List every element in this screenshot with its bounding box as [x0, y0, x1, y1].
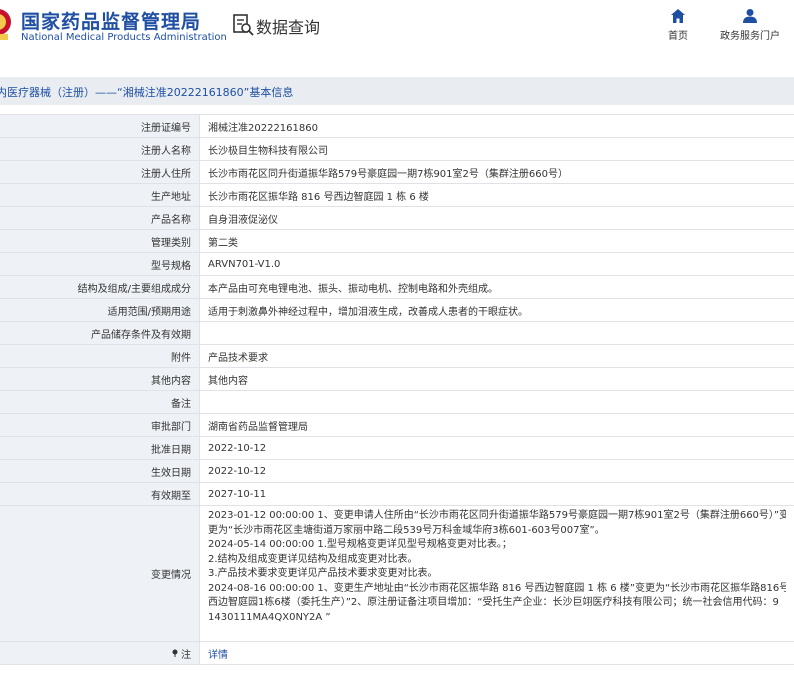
changes-line: 1430111MA4QX0NY2A ”	[208, 611, 331, 623]
device-info-table: 注册证编号 湘械注准20222161860 注册人名称 长沙极目生物科技有限公司…	[0, 114, 794, 665]
row-label: 产品名称	[0, 207, 200, 229]
row-label: 注册人住所	[0, 161, 200, 183]
table-row: 审批部门 湖南省药品监督管理局	[0, 414, 794, 437]
nav-service-portal-link[interactable]: 政务服务门户	[712, 8, 788, 42]
data-query-title: 数据查询	[256, 18, 321, 37]
changes-line: 2024-08-16 00:00:00 1、变更生产地址由“长沙市雨花区振华路 …	[208, 582, 786, 594]
row-label: 其他内容	[0, 368, 200, 390]
changes-line: 西边智庭园1栋6楼（委托生产）”2、原注册证备注项目增加：“受托生产企业：长沙巨…	[208, 597, 779, 608]
row-value: ARVN701-V1.0	[208, 258, 281, 270]
table-row: 生产地址 长沙市雨花区振华路 816 号西边智庭园 1 栋 6 楼	[0, 184, 794, 207]
record-title: 内医疗器械（注册）——“湘械注准20222161860”基本信息	[0, 86, 294, 99]
site-header: 国家药品监督管理局 National Medical Products Admi…	[0, 0, 794, 72]
row-value: 适用于刺激鼻外神经过程中，增加泪液生成，改善成人患者的干眼症状。	[208, 306, 528, 318]
row-value: 长沙市雨花区振华路 816 号西边智庭园 1 栋 6 楼	[208, 191, 429, 203]
table-row: 备注	[0, 391, 794, 414]
row-label: 注	[0, 642, 200, 664]
row-value: 2027-10-11	[208, 488, 267, 500]
row-value	[200, 391, 794, 413]
row-value: 产品技术要求	[208, 352, 268, 364]
table-row: 生效日期 2022-10-12	[0, 460, 794, 483]
changes-line: 2.结构及组成变更详见结构及组成变更对比表。	[208, 553, 418, 565]
table-row: 型号规格 ARVN701-V1.0	[0, 253, 794, 276]
table-row: 产品储存条件及有效期	[0, 322, 794, 345]
row-label: 审批部门	[0, 414, 200, 436]
row-label: 生产地址	[0, 184, 200, 206]
table-row: 结构及组成/主要组成成分 本产品由可充电锂电池、振头、振动电机、控制电路和外壳组…	[0, 276, 794, 299]
nav-home-link[interactable]: 首页	[660, 8, 696, 42]
row-label: 管理类别	[0, 230, 200, 252]
row-value	[200, 322, 794, 344]
table-row: 批准日期 2022-10-12	[0, 437, 794, 460]
row-value: 详情	[200, 642, 794, 664]
row-label: 生效日期	[0, 460, 200, 482]
row-value: 第二类	[208, 237, 238, 249]
data-query-icon	[233, 14, 254, 36]
row-label: 型号规格	[0, 253, 200, 275]
row-label: 适用范围/预期用途	[0, 299, 200, 321]
user-icon	[743, 9, 757, 23]
pin-icon	[172, 649, 178, 657]
header-divider	[215, 10, 216, 40]
changes-line: 3.产品技术要求变更详见产品技术要求变更对比表。	[208, 568, 438, 579]
row-value: 2022-10-12	[208, 442, 267, 454]
table-row: 产品名称 自身泪液促泌仪	[0, 207, 794, 230]
row-label: 产品储存条件及有效期	[0, 322, 200, 344]
nav-service-portal-label: 政务服务门户	[720, 31, 780, 42]
row-label: 备注	[0, 391, 200, 413]
table-row: 注册人名称 长沙极目生物科技有限公司	[0, 138, 794, 161]
nav-home-label: 首页	[668, 31, 688, 42]
row-value: 长沙市雨花区同升街道振华路579号豪庭园一期7栋901室2号（集群注册660号）	[208, 168, 568, 180]
row-value: 长沙极目生物科技有限公司	[208, 145, 328, 157]
row-label: 注册人名称	[0, 138, 200, 160]
table-row: 附件 产品技术要求	[0, 345, 794, 368]
row-label: 结构及组成/主要组成成分	[0, 276, 200, 298]
table-row-changes: 变更情况 2023-01-12 00:00:00 1、变更申请人住所由“长沙市雨…	[0, 506, 794, 642]
row-label: 附件	[0, 345, 200, 367]
table-row: 注册证编号 湘械注准20222161860	[0, 115, 794, 138]
row-value: 自身泪液促泌仪	[208, 214, 278, 226]
details-link[interactable]: 详情	[208, 646, 228, 661]
row-label: 变更情况	[0, 506, 200, 641]
row-label: 有效期至	[0, 483, 200, 505]
record-title-bar: 内医疗器械（注册）——“湘械注准20222161860”基本信息	[0, 77, 794, 105]
changes-line: 2023-01-12 00:00:00 1、变更申请人住所由“长沙市雨花区同升街…	[208, 510, 786, 521]
table-row: 适用范围/预期用途 适用于刺激鼻外神经过程中，增加泪液生成，改善成人患者的干眼症…	[0, 299, 794, 322]
row-value: 湘械注准20222161860	[208, 122, 318, 134]
row-value: 2022-10-12	[208, 465, 267, 477]
emblem-logo-icon	[0, 9, 11, 40]
site-logo-title: 国家药品监督管理局	[21, 11, 202, 33]
table-row: 有效期至 2027-10-11	[0, 483, 794, 506]
table-row: 管理类别 第二类	[0, 230, 794, 253]
note-label: 注	[181, 649, 191, 661]
site-logo-subtitle: National Medical Products Administration	[21, 32, 227, 43]
changes-text: 2023-01-12 00:00:00 1、变更申请人住所由“长沙市雨花区同升街…	[200, 506, 794, 641]
changes-line: 更为“长沙市雨花区圭塘街道万家丽中路二段539号万科金域华府3栋601-603号…	[208, 524, 605, 536]
row-label: 批准日期	[0, 437, 200, 459]
changes-line: 2024-05-14 00:00:00 1.型号规格变更详见型号规格变更对比表。…	[208, 539, 512, 550]
row-value: 湖南省药品监督管理局	[208, 421, 308, 433]
table-row-note: 注 详情	[0, 642, 794, 665]
home-icon	[671, 9, 685, 23]
row-label: 注册证编号	[0, 115, 200, 137]
table-row: 注册人住所 长沙市雨花区同升街道振华路579号豪庭园一期7栋901室2号（集群注…	[0, 161, 794, 184]
table-row: 其他内容 其他内容	[0, 368, 794, 391]
row-value: 其他内容	[208, 375, 248, 387]
row-value: 本产品由可充电锂电池、振头、振动电机、控制电路和外壳组成。	[208, 283, 498, 295]
